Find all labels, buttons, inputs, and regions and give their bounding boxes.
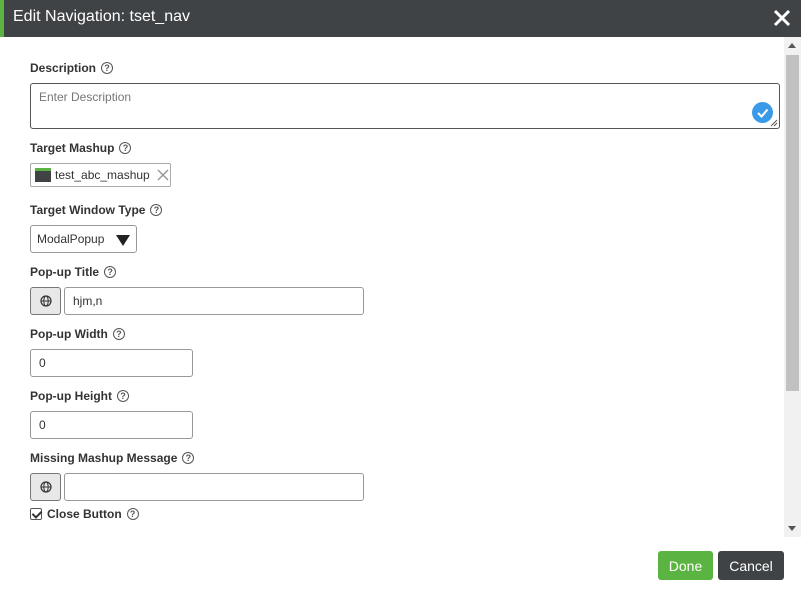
help-icon[interactable]: ? — [119, 142, 132, 154]
missing-mashup-message-label: Missing Mashup Message ? — [30, 451, 195, 465]
target-mashup-label: Target Mashup ? — [30, 141, 132, 155]
missing-mashup-message-input[interactable] — [64, 473, 364, 501]
target-window-type-label: Target Window Type ? — [30, 203, 163, 217]
scrollbar-thumb[interactable] — [786, 55, 799, 391]
description-label: Description ? — [30, 61, 114, 75]
target-window-type-select[interactable]: ModalPopup — [30, 225, 137, 253]
scroll-up-icon[interactable] — [788, 43, 796, 48]
help-icon[interactable]: ? — [104, 266, 117, 278]
resize-grip-icon[interactable] — [770, 119, 778, 127]
popup-height-label-text: Pop-up Height — [30, 389, 112, 403]
close-button-option: Close Button ? — [30, 507, 139, 521]
popup-width-label-text: Pop-up Width — [30, 327, 108, 341]
missing-mashup-message-label-text: Missing Mashup Message — [30, 451, 178, 465]
globe-icon — [39, 481, 52, 493]
mashup-icon — [35, 168, 51, 182]
target-window-type-value: ModalPopup — [37, 232, 105, 246]
dialog-content: Description ? Target Mashup ? test_abc_m… — [0, 37, 784, 537]
help-icon[interactable]: ? — [182, 452, 195, 464]
cancel-button[interactable]: Cancel — [718, 551, 784, 580]
done-button[interactable]: Done — [658, 551, 713, 580]
scroll-down-icon[interactable] — [788, 526, 796, 531]
remove-mashup-icon[interactable] — [156, 168, 170, 182]
popup-width-input[interactable] — [30, 349, 193, 377]
popup-height-input[interactable] — [30, 411, 193, 439]
help-icon[interactable]: ? — [126, 508, 139, 520]
close-button-checkbox[interactable] — [30, 508, 42, 520]
content-scrollbar[interactable] — [784, 37, 801, 537]
missing-mashup-localize-button[interactable] — [30, 473, 61, 501]
description-input[interactable] — [31, 84, 779, 128]
help-icon[interactable]: ? — [150, 204, 163, 216]
popup-height-label: Pop-up Height ? — [30, 389, 129, 403]
edit-navigation-dialog: Edit Navigation: tset_nav Description ? — [0, 0, 801, 594]
dialog-title: Edit Navigation: tset_nav — [13, 8, 190, 25]
popup-width-label: Pop-up Width ? — [30, 327, 125, 341]
dialog-titlebar: Edit Navigation: tset_nav — [0, 0, 801, 37]
popup-title-label-text: Pop-up Title — [30, 265, 100, 279]
triangle-down-icon — [116, 235, 130, 246]
help-icon[interactable]: ? — [101, 62, 114, 74]
help-icon[interactable]: ? — [112, 328, 125, 340]
help-icon[interactable]: ? — [116, 390, 129, 402]
popup-title-input[interactable] — [64, 287, 364, 315]
target-window-type-label-text: Target Window Type — [30, 203, 146, 217]
target-mashup-value: test_abc_mashup — [55, 168, 150, 182]
description-field[interactable] — [30, 83, 780, 129]
globe-icon — [39, 295, 52, 307]
description-label-text: Description — [30, 61, 97, 75]
popup-title-localize-button[interactable] — [30, 287, 61, 315]
target-mashup-label-text: Target Mashup — [30, 141, 115, 155]
popup-title-label: Pop-up Title ? — [30, 265, 117, 279]
target-mashup-chip[interactable]: test_abc_mashup — [30, 163, 171, 187]
close-button-label: Close Button — [47, 507, 122, 521]
close-icon[interactable] — [771, 7, 793, 29]
